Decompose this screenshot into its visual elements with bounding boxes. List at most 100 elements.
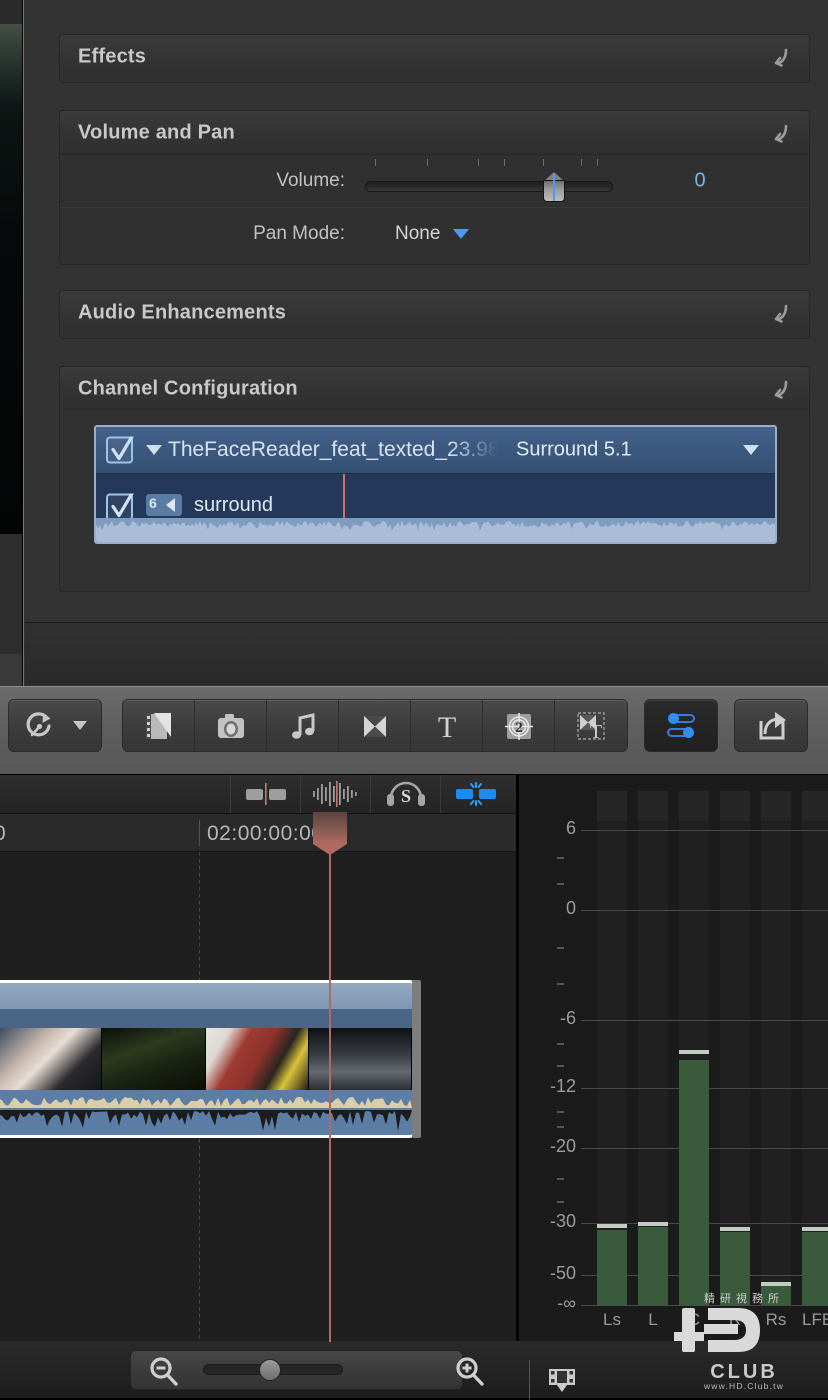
volume-slider-thumb[interactable] — [543, 172, 565, 202]
pan-mode-popup[interactable]: None — [395, 222, 470, 245]
channel-checkbox[interactable] — [106, 493, 134, 521]
timeline-clip[interactable] — [0, 980, 415, 1138]
audio-meters-panel[interactable]: 6 0 -6 -12 -20 -30 -50 -∞ Ls L C R Rs LFE — [518, 774, 828, 1341]
timeline-ruler[interactable]: 0 02:00:00:00 — [0, 814, 516, 852]
media-browser-button[interactable] — [123, 700, 195, 751]
section-channel-configuration[interactable]: Channel Configuration TheFaceReader_feat… — [59, 366, 810, 592]
meter-minor-tick — [557, 1201, 564, 1203]
volume-value[interactable]: 0 — [650, 170, 750, 193]
volume-and-pan-body: Volume: 0 Pan Mode: None — [60, 154, 809, 259]
meter-header-block — [597, 791, 627, 821]
ruler-timecode: 02:00:00:00 — [207, 822, 324, 845]
meter-minor-tick — [557, 947, 564, 949]
zoom-out-button[interactable] — [147, 1356, 181, 1391]
timeline-playhead[interactable] — [313, 812, 347, 1342]
solo-button[interactable]: S — [370, 775, 440, 813]
inspector-scroll-area[interactable]: Effects Volume and Pan Volume: 0 Pan Mod… — [24, 0, 828, 622]
meter-channel-label: Rs — [765, 1310, 787, 1329]
pan-mode-row: Pan Mode: None — [60, 207, 809, 259]
reset-arrow-icon[interactable] — [769, 45, 793, 69]
svg-text:S: S — [400, 786, 410, 806]
volume-slider-track[interactable] — [365, 181, 613, 192]
retime-button[interactable] — [8, 699, 102, 752]
disclosure-triangle-icon[interactable] — [146, 445, 162, 455]
clip-appearance-button[interactable] — [529, 1360, 594, 1400]
meter-minor-tick — [557, 1126, 564, 1128]
zoom-slider-knob[interactable] — [259, 1359, 281, 1381]
inspector-toggle-button[interactable] — [644, 699, 718, 752]
meter-peak-indicator — [638, 1222, 668, 1226]
meter-gridline — [581, 1305, 828, 1306]
photos-browser-button[interactable] — [195, 700, 267, 751]
generators-browser-button[interactable]: 2 — [483, 700, 555, 751]
speaker-cone — [166, 498, 175, 512]
share-export-icon — [759, 711, 786, 739]
magnifier-plus-icon — [456, 1357, 484, 1386]
pan-mode-value: None — [395, 222, 441, 244]
viewer-top-edge — [0, 0, 22, 24]
channel-configuration-list[interactable]: TheFaceReader_feat_texted_23.98 Surround… — [94, 425, 777, 544]
magnifier-minus-icon — [150, 1357, 178, 1386]
channel-component-row[interactable]: TheFaceReader_feat_texted_23.98 Surround… — [96, 427, 775, 474]
section-audio-enhancements-header[interactable]: Audio Enhancements — [60, 291, 809, 334]
reset-arrow-icon[interactable] — [769, 301, 793, 325]
browser-button-group[interactable]: T 2 T — [122, 699, 628, 752]
reset-arrow-icon[interactable] — [769, 121, 793, 145]
zoom-in-button[interactable] — [453, 1356, 487, 1391]
section-volume-header[interactable]: Volume and Pan — [60, 111, 809, 154]
component-checkbox[interactable] — [106, 436, 134, 464]
meter-bar — [597, 1230, 627, 1305]
meter-scale-label: -30 — [549, 1211, 576, 1231]
channel-waveform — [96, 518, 775, 542]
section-effects-header[interactable]: Effects — [60, 35, 809, 78]
titles-browser-button[interactable]: T — [411, 700, 483, 751]
zoom-control[interactable] — [130, 1350, 575, 1400]
meter-column-bg — [597, 797, 627, 1305]
clip-skimming-button[interactable] — [230, 775, 300, 813]
meter-minor-tick — [557, 1065, 564, 1067]
channel-row-surround[interactable]: 6 surround — [96, 474, 775, 542]
clip-right-edge-handle[interactable] — [412, 980, 421, 1138]
meter-gridline — [581, 910, 828, 911]
volume-slider-ticks — [365, 159, 613, 167]
pan-mode-label: Pan Mode: — [253, 222, 345, 244]
section-volume-and-pan[interactable]: Volume and Pan Volume: 0 Pan Mode: None — [59, 110, 810, 265]
meter-gridline — [581, 830, 828, 831]
meter-scale-label: -∞ — [557, 1293, 576, 1313]
channel-playhead — [343, 474, 345, 518]
reset-arrow-icon[interactable] — [769, 377, 793, 401]
volume-row: Volume: 0 — [60, 155, 809, 207]
meter-scale-label: 6 — [565, 818, 576, 838]
section-effects-title: Effects — [78, 45, 147, 67]
inspector-footer — [25, 622, 828, 685]
clip-waveform — [0, 1090, 412, 1135]
section-audio-enhancements[interactable]: Audio Enhancements — [59, 290, 810, 339]
channel-layout-value[interactable]: Surround 5.1 — [516, 439, 632, 462]
section-channel-config-header[interactable]: Channel Configuration — [60, 367, 809, 410]
meter-peak-indicator — [679, 1050, 709, 1054]
viewer-controls-edge — [0, 654, 22, 686]
share-button[interactable] — [734, 699, 808, 752]
caret-down-icon[interactable] — [743, 445, 759, 455]
themes-browser-button[interactable]: T — [555, 700, 627, 751]
meter-column-bg — [761, 797, 791, 1305]
viewer-edge-sliver — [0, 0, 22, 686]
snapping-button[interactable] — [440, 775, 510, 813]
meter-minor-tick — [557, 1111, 564, 1113]
meter-header-block — [802, 791, 828, 821]
volume-slider[interactable] — [365, 159, 613, 202]
meter-minor-tick — [557, 883, 564, 885]
audio-inspector-panel: Effects Volume and Pan Volume: 0 Pan Mod… — [23, 0, 828, 686]
transitions-browser-button[interactable] — [339, 700, 411, 751]
section-channel-config-title: Channel Configuration — [78, 377, 298, 399]
meter-bar — [761, 1286, 791, 1305]
meter-channel-label: L — [648, 1310, 658, 1329]
svg-text:2: 2 — [515, 720, 523, 736]
ruler-timecode-partial: 0 — [0, 822, 6, 846]
section-effects[interactable]: Effects — [59, 34, 810, 83]
timeline-panel: S 0 02:00:00:00 — [0, 774, 516, 1342]
playhead-handle[interactable] — [313, 812, 347, 855]
music-browser-button[interactable] — [267, 700, 339, 751]
meter-scale-label: -20 — [549, 1136, 576, 1156]
audio-skimming-button[interactable] — [300, 775, 370, 813]
